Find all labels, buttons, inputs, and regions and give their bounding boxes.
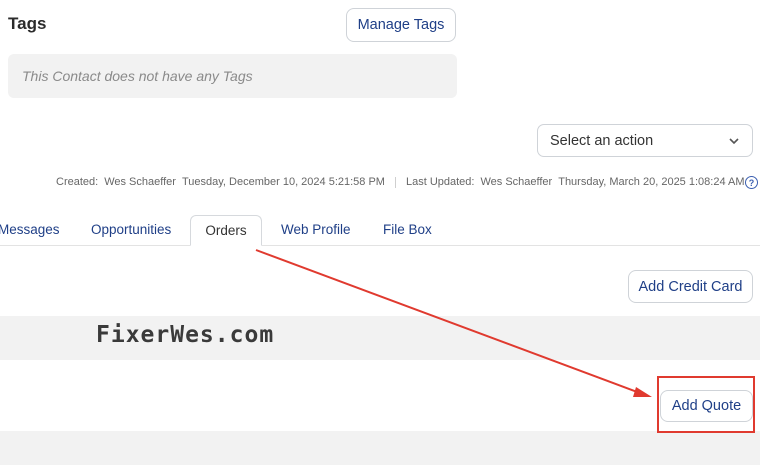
annotation-arrow xyxy=(255,249,652,397)
